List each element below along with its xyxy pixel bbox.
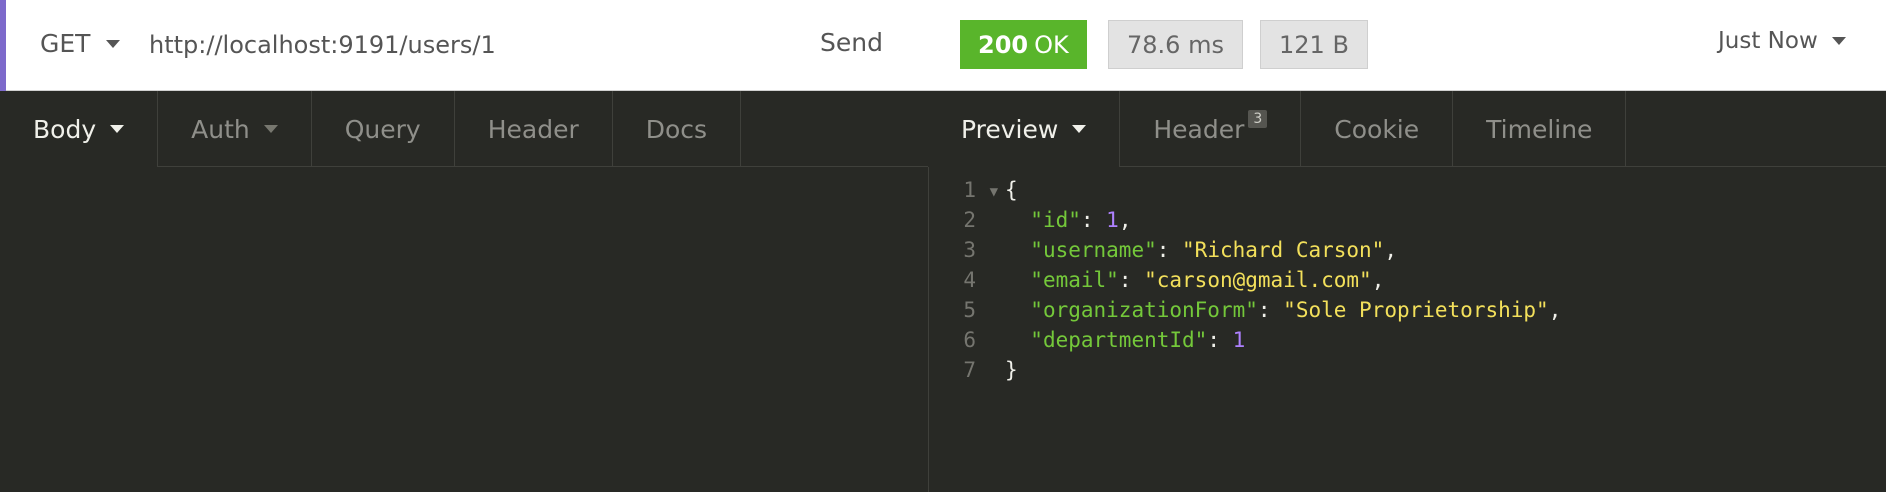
json-key: "email" bbox=[1030, 268, 1119, 292]
status-code: 200 bbox=[978, 30, 1029, 59]
json-line: "departmentId": 1 bbox=[1030, 328, 1246, 352]
response-time-badge: 78.6 ms bbox=[1108, 20, 1243, 69]
tab-label: Header bbox=[487, 114, 579, 144]
line-number: 6 bbox=[963, 328, 976, 352]
line-number: 7 bbox=[963, 358, 976, 382]
json-line: "id": 1, bbox=[1030, 208, 1132, 232]
response-size-badge: 121 B bbox=[1260, 20, 1368, 69]
history-label: Just Now bbox=[1718, 28, 1818, 54]
fold-triangle-icon[interactable]: ▼ bbox=[990, 184, 998, 200]
tab-label: Body bbox=[33, 114, 97, 144]
json-key: "organizationForm" bbox=[1030, 298, 1258, 322]
chevron-down-icon bbox=[1072, 125, 1087, 133]
json-key: "departmentId" bbox=[1030, 328, 1208, 352]
line-number-text: 1 bbox=[963, 178, 976, 202]
tab-label: Query bbox=[344, 114, 421, 144]
accent-stripe bbox=[0, 0, 6, 91]
tab-docs[interactable]: Docs bbox=[613, 91, 742, 167]
code-line: 5 "organizationForm": "Sole Proprietorsh… bbox=[928, 295, 1886, 325]
tab-cookie[interactable]: Cookie bbox=[1301, 91, 1454, 167]
json-value: 1 bbox=[1106, 208, 1119, 232]
tab-body[interactable]: Body bbox=[0, 91, 159, 167]
url-bar: GET Send bbox=[0, 0, 928, 91]
tab-label: Auth bbox=[191, 114, 250, 144]
header-count-badge: 3 bbox=[1248, 110, 1268, 128]
tab-header[interactable]: Header bbox=[455, 91, 613, 167]
tab-preview[interactable]: Preview bbox=[928, 91, 1121, 167]
json-value: 1 bbox=[1232, 328, 1246, 352]
status-badge: 200 OK bbox=[960, 20, 1087, 69]
tab-timeline[interactable]: Timeline bbox=[1453, 91, 1627, 167]
tab-label: Timeline bbox=[1486, 114, 1593, 144]
line-number: 3 bbox=[963, 238, 976, 262]
response-tabs: Preview Header 3 Cookie Timeline bbox=[928, 91, 1886, 167]
json-value: "carson@gmail.com" bbox=[1144, 268, 1372, 292]
json-value: "Sole Proprietorship" bbox=[1283, 298, 1549, 322]
line-number: 2 bbox=[963, 208, 976, 232]
method-dropdown[interactable]: GET bbox=[40, 29, 121, 58]
status-text: OK bbox=[1034, 30, 1069, 59]
response-body-preview: 1 ▼ { 2 "id": 1, 3 "username": "Richard C… bbox=[928, 175, 1886, 385]
chevron-down-icon bbox=[110, 125, 125, 133]
json-line: "organizationForm": "Sole Proprietorship… bbox=[1030, 298, 1562, 322]
json-open-brace: { bbox=[1005, 178, 1018, 202]
line-number: 5 bbox=[963, 298, 976, 322]
history-dropdown[interactable]: Just Now bbox=[1718, 28, 1846, 54]
chevron-down-icon bbox=[1831, 37, 1846, 45]
request-tabs: Body Auth Query Header Docs bbox=[0, 91, 928, 167]
json-close-brace: } bbox=[1005, 358, 1018, 382]
json-key: "username" bbox=[1030, 238, 1157, 262]
line-number: 4 bbox=[963, 268, 976, 292]
url-input[interactable] bbox=[149, 24, 789, 66]
chevron-down-icon bbox=[106, 39, 121, 48]
send-button[interactable]: Send bbox=[820, 28, 883, 57]
code-line: 3 "username": "Richard Carson", bbox=[928, 235, 1886, 265]
line-number: 1 ▼ bbox=[928, 178, 998, 202]
code-line: 7 } bbox=[928, 355, 1886, 385]
json-line: "username": "Richard Carson", bbox=[1030, 238, 1397, 262]
code-line: 4 "email": "carson@gmail.com", bbox=[928, 265, 1886, 295]
code-line: 2 "id": 1, bbox=[928, 205, 1886, 235]
tab-query[interactable]: Query bbox=[312, 91, 455, 167]
json-key: "id" bbox=[1030, 208, 1081, 232]
chevron-down-icon bbox=[263, 125, 278, 133]
response-status-bar: 200 OK 78.6 ms 121 B Just Now bbox=[928, 0, 1886, 91]
tab-auth[interactable]: Auth bbox=[158, 91, 312, 167]
json-line: "email": "carson@gmail.com", bbox=[1030, 268, 1385, 292]
method-label: GET bbox=[40, 29, 91, 58]
tab-label: Cookie bbox=[1334, 114, 1420, 144]
code-line: 6 "departmentId": 1 bbox=[928, 325, 1886, 355]
tab-label: Preview bbox=[961, 114, 1059, 144]
tab-response-header[interactable]: Header 3 bbox=[1120, 91, 1302, 167]
tab-label: Header bbox=[1153, 114, 1245, 144]
code-line: 1 ▼ { bbox=[928, 175, 1886, 205]
json-value: "Richard Carson" bbox=[1182, 238, 1385, 262]
tab-label: Docs bbox=[645, 114, 708, 144]
